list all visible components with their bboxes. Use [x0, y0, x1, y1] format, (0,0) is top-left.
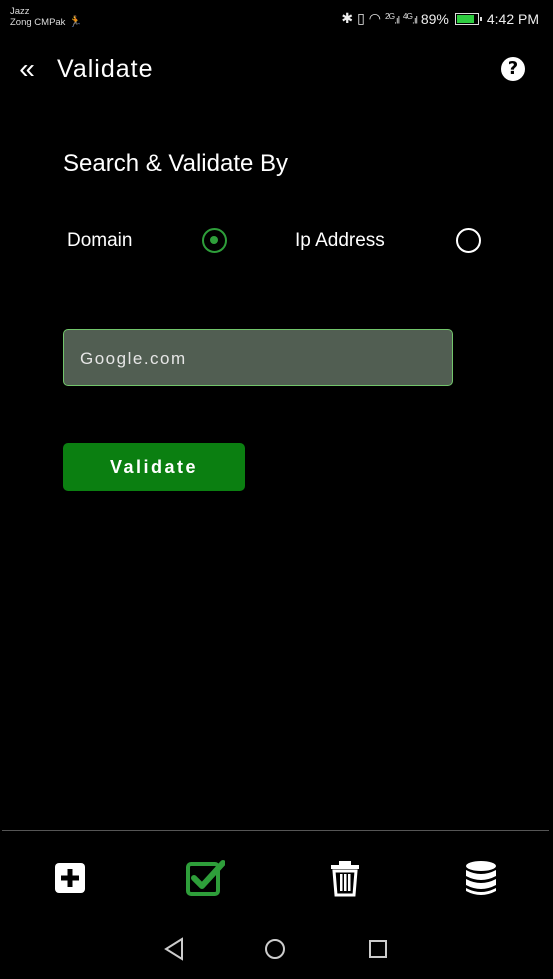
signal-4g-icon: 4G.ıl — [402, 10, 418, 27]
battery-percent: 89% — [420, 10, 449, 27]
signal-2g-icon: 2G.ıl — [385, 10, 400, 27]
radio-label-ip-address: Ip Address — [295, 230, 385, 251]
wifi-icon: ◠ — [368, 10, 382, 26]
radio-label-domain: Domain — [67, 230, 133, 251]
battery-icon — [454, 12, 482, 25]
radio-ip-address[interactable] — [456, 228, 481, 253]
carrier-info: Jazz Zong CMPak 🏃 — [10, 6, 82, 28]
domain-input-field — [63, 329, 453, 387]
database-icon[interactable] — [461, 858, 501, 898]
trash-icon[interactable] — [325, 858, 365, 898]
carrier-2: Zong CMPak — [10, 17, 66, 28]
status-icons: ✱ ▯ ◠ 2G.ıl 4G.ıl 89% 4:42 PM — [341, 10, 539, 27]
add-box-icon[interactable] — [52, 858, 92, 898]
domain-input[interactable] — [78, 330, 442, 387]
vibrate-icon: ▯ — [357, 10, 365, 26]
bluetooth-icon: ✱ — [341, 10, 354, 26]
search-heading: Search & Validate By — [63, 150, 289, 177]
recents-square-icon[interactable] — [366, 934, 390, 964]
double-chevron-left-icon[interactable]: « — [12, 53, 42, 85]
running-icon: 🏃 — [68, 16, 83, 28]
app-screen: Jazz Zong CMPak 🏃 ✱ ▯ ◠ 2G.ıl 4G.ıl 89% 4… — [2, 2, 549, 975]
status-bar: Jazz Zong CMPak 🏃 ✱ ▯ ◠ 2G.ıl 4G.ıl 89% 4… — [2, 2, 549, 34]
checkbox-icon[interactable] — [185, 858, 225, 898]
home-circle-icon[interactable] — [263, 934, 287, 964]
question-circle-icon[interactable]: ? — [501, 57, 525, 81]
divider — [2, 830, 549, 831]
radio-domain[interactable] — [202, 228, 227, 253]
clock: 4:42 PM — [486, 10, 539, 27]
page-title: Validate — [57, 55, 154, 83]
app-bar: « Validate ? — [2, 47, 549, 97]
validate-button[interactable]: Validate — [63, 443, 245, 491]
back-triangle-icon[interactable] — [162, 934, 186, 964]
